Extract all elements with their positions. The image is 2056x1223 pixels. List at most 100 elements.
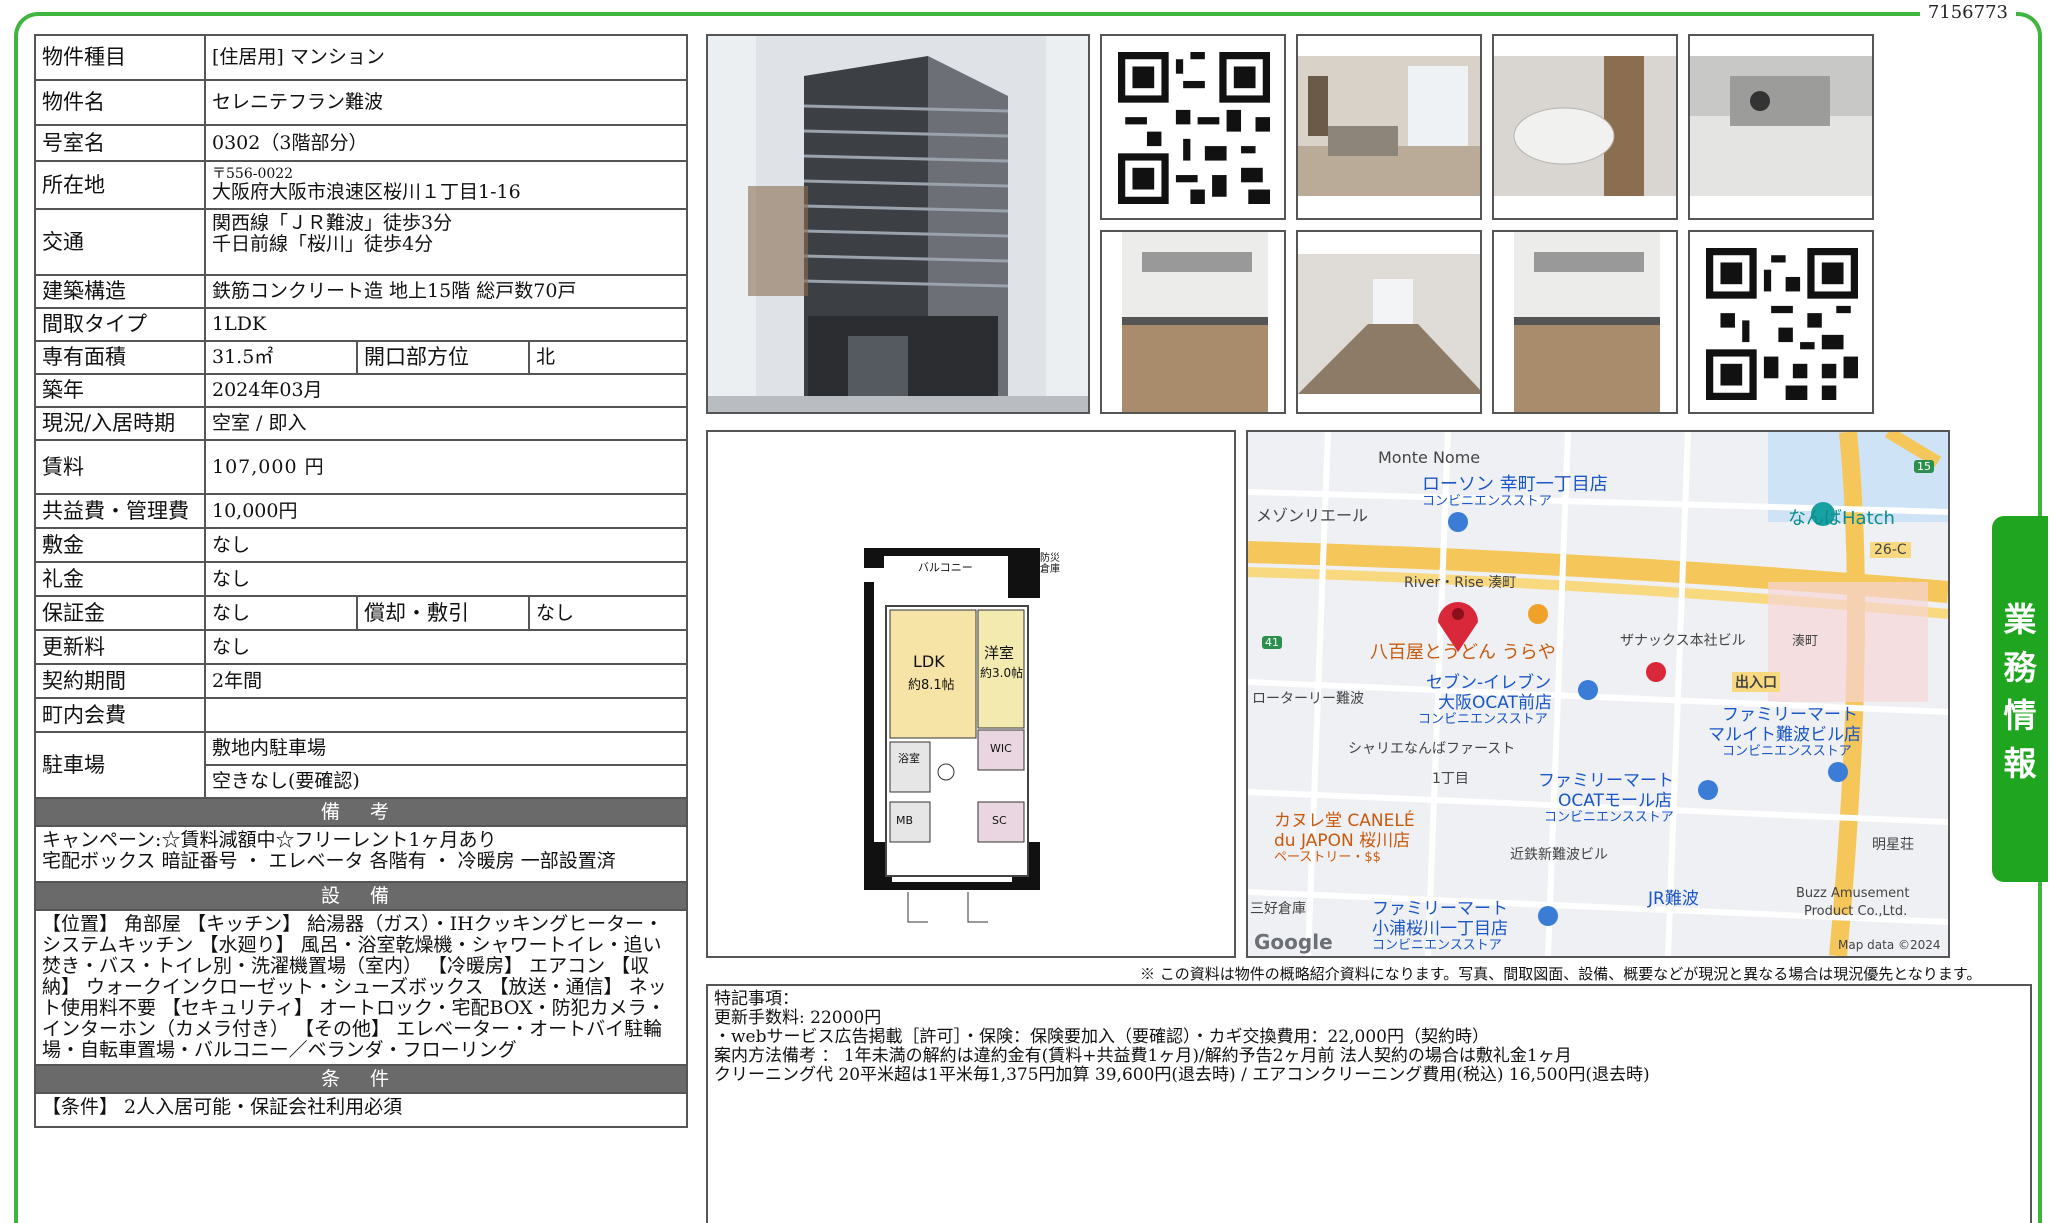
map-label: ペーストリー・$$ (1274, 850, 1381, 865)
map-label: 1丁目 (1432, 771, 1469, 787)
bathroom-photo[interactable] (1492, 34, 1678, 220)
wic-label: WIC (990, 742, 1012, 755)
special-notes-line: クリーニング代 20平米超は1平米毎1,375円加算 39,600円(退去時) … (714, 1065, 1650, 1085)
rent-value: 107,000 円 (203, 439, 689, 495)
living-room-image (1298, 56, 1480, 196)
special-notes-line: 更新手数料: 22000円 (714, 1008, 882, 1028)
floor-plan-drawing (864, 548, 1040, 923)
built-value: 2024年03月 (203, 373, 689, 408)
special-notes: 特記事項： 更新手数料: 22000円 ・webサービス広告掲載［許可］・保険：… (706, 984, 2032, 1223)
special-notes-title: 特記事項： (714, 989, 799, 1009)
fee-value: 10,000円 (203, 493, 689, 529)
rent-label: 賃料 (34, 439, 206, 495)
building-exterior-photo[interactable] (706, 34, 1090, 414)
qr-code-image-2[interactable] (1688, 230, 1874, 414)
map-label: 近鉄新難波ビル (1510, 847, 1608, 863)
status-label: 現況/入居時期 (34, 406, 206, 441)
area-value: 31.5㎡ (204, 340, 358, 375)
kitchen-image-2 (1514, 232, 1660, 412)
location-pin-icon (1438, 592, 1478, 652)
sc-label: SC (992, 814, 1007, 827)
map-label: Buzz Amusement (1796, 886, 1910, 901)
ldk-label: LDK (913, 652, 945, 671)
traffic-label: 交通 (34, 208, 206, 276)
name-label: 物件名 (34, 79, 206, 126)
map-label: なんばHatch (1788, 508, 1895, 529)
guarantee-label: 保証金 (34, 595, 206, 631)
town-fee-label: 町内会費 (34, 697, 206, 733)
map-label: メゾンリエール (1256, 506, 1369, 525)
kitchen-top-image (1690, 56, 1872, 196)
address-label: 所在地 (34, 160, 206, 210)
kitchen-top-photo[interactable] (1688, 34, 1874, 220)
remarks-line: キャンペーン:☆賃料減額中☆フリーレント1ヶ月あり (42, 829, 497, 851)
special-notes-line: 案内方法備考 ： 1年未満の解約は違約金有(賃料+共益費1ヶ月)/解約予告2ヶ月… (714, 1046, 1572, 1066)
map-label: 三好倉庫 (1250, 901, 1306, 917)
contract-value: 2年間 (203, 663, 689, 699)
area-map[interactable]: Monte Nome ローソン 幸町一丁目店 コンビニエンスストア メゾンリエー… (1246, 430, 1950, 958)
type-value: [住居用] マンション (203, 34, 689, 81)
amortization-label: 償却・敷引 (356, 595, 530, 631)
google-logo: Google (1254, 930, 1333, 954)
map-label: 明星荘 (1872, 837, 1914, 853)
storage-label: 防災倉庫 (1040, 553, 1060, 575)
mb-label: MB (896, 814, 914, 827)
parking-label: 駐車場 (34, 731, 206, 799)
structure-value: 鉄筋コンクリート造 地上15階 総戸数70戸 (203, 274, 689, 309)
balcony-label: バルコニー (918, 561, 973, 574)
hallway-photo[interactable] (1296, 230, 1482, 414)
equipment-text: 【位置】 角部屋 【キッチン】 給湯器（ガス）・IHクッキングヒーター・システム… (33, 909, 689, 1066)
map-label: コンビニエンスストア (1722, 744, 1852, 759)
contract-label: 契約期間 (34, 663, 206, 699)
kitchen-image (1122, 232, 1268, 412)
type-label: 物件種目 (34, 34, 206, 81)
map-label: シャリエなんばファースト (1348, 741, 1516, 757)
special-notes-line: ・webサービス広告掲載［許可］・保険：保険要加入（要確認）・カギ交換費用：22… (714, 1027, 1489, 1047)
status-value: 空室 / 即入 (203, 406, 689, 441)
conditions-heading: 条 件 (33, 1064, 689, 1094)
qr-code-image[interactable] (1100, 34, 1286, 220)
map-label: ローターリー難波 (1252, 691, 1364, 707)
map-label: Monte Nome (1378, 448, 1481, 467)
map-label: 26-C (1870, 542, 1911, 558)
kitchen-photo-2[interactable] (1492, 230, 1678, 414)
map-label: River・Rise 湊町 (1404, 575, 1517, 591)
name-value: セレニテフラン難波 (203, 79, 689, 126)
postal-code: 〒556-0022 (212, 166, 294, 182)
bathroom-image (1494, 56, 1676, 196)
amortization-value: なし (527, 595, 689, 631)
parking-availability: 空きなし(要確認) (203, 764, 689, 799)
route-shield: 15 (1914, 460, 1934, 473)
deposit-value: なし (203, 527, 689, 563)
living-room-photo[interactable] (1296, 34, 1482, 220)
key-money-label: 礼金 (34, 561, 206, 597)
deposit-label: 敷金 (34, 527, 206, 563)
floor-plan[interactable]: バルコニー 防災倉庫 LDK 約8.1帖 洋室 約3.0帖 WIC 浴室 SC … (706, 430, 1236, 958)
built-label: 築年 (34, 373, 206, 408)
map-label: JR難波 (1648, 889, 1699, 909)
map-label: Product Co.,Ltd. (1804, 904, 1908, 919)
guarantee-value: なし (204, 595, 358, 631)
map-label: 出入口 (1732, 672, 1780, 692)
parking-value: 敷地内駐車場 (203, 731, 689, 766)
key-money-value: なし (203, 561, 689, 597)
disclaimer: ※ この資料は物件の概略紹介資料になります。写真、間取図面、設備、概要などが現況… (1140, 965, 1982, 983)
map-label: 湊町 (1792, 634, 1819, 649)
tab-char: 務 (2003, 648, 2037, 687)
western-room-label: 洋室 (984, 644, 1015, 662)
remarks-heading: 備 考 (33, 797, 689, 827)
town-fee-value (203, 697, 689, 733)
business-info-tab[interactable]: 業 務 情 報 (1992, 516, 2048, 882)
document-id: 7156773 (1919, 0, 2016, 26)
map-label: ザナックス本社ビル (1620, 633, 1746, 649)
layout-label: 間取タイプ (34, 307, 206, 342)
map-label: コンビニエンスストア (1418, 712, 1548, 727)
traffic-line: 関西線「ＪＲ難波」徒歩3分 (212, 212, 453, 234)
area-label: 専有面積 (34, 340, 206, 375)
kitchen-photo[interactable] (1100, 230, 1286, 414)
bathroom-label: 浴室 (898, 752, 920, 765)
renewal-label: 更新料 (34, 629, 206, 665)
qr-code-icon (1118, 52, 1270, 204)
ldk-size: 約8.1帖 (908, 678, 955, 693)
traffic-line: 千日前線「桜川」徒歩4分 (212, 233, 434, 255)
